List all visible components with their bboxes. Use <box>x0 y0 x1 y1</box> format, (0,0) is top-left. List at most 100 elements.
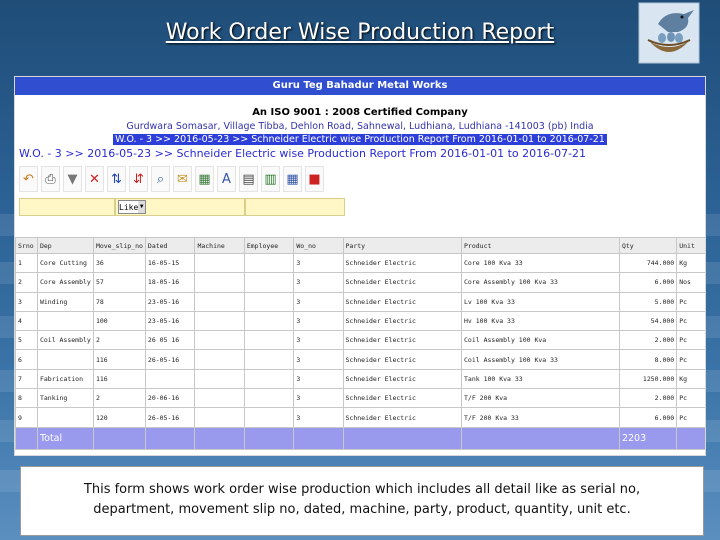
caption-line-1: This form shows work order wise producti… <box>83 482 641 497</box>
column-header[interactable]: Srno <box>15 237 38 254</box>
table-cell: Pc <box>676 330 705 351</box>
toolbar-button-document[interactable]: ▤ <box>239 166 258 192</box>
column-header[interactable]: Qty <box>618 237 678 254</box>
table-cell <box>194 426 245 450</box>
table-cell: 8 <box>15 388 38 409</box>
table-row[interactable]: 8 Tanking 2 20-06-16 3 Schneider Electric T/F … <box>15 388 705 409</box>
filter-value-field[interactable] <box>245 198 345 216</box>
column-header[interactable]: Machine <box>194 237 245 254</box>
table-cell: 744.000 <box>618 252 678 274</box>
toolbar-button-pdf[interactable]: ■ <box>305 166 324 192</box>
table-cell: 26-05-16 <box>144 407 196 428</box>
column-header[interactable]: Dated <box>144 237 196 254</box>
table-cell: 3 <box>293 388 344 409</box>
table-row[interactable]: 9 120 26-05-16 3 Schneider Electric T/F 200 K… <box>15 407 705 428</box>
table-cell: Pc <box>676 407 705 428</box>
table-row[interactable]: 4 100 23-05-16 3 Schneider Electric Hv 100 Kv… <box>15 310 705 332</box>
table-cell: Hv 100 Kva 33 <box>461 310 620 332</box>
table-cell: Kg <box>676 252 705 274</box>
table-cell: 78 <box>92 291 146 312</box>
table-row[interactable]: 2 Core Assembly 57 18-05-16 3 Schneider Elect… <box>15 272 705 293</box>
table-cell: Schneider Electric <box>342 272 463 293</box>
table-row[interactable]: 1 Core Cutting 36 16-05-15 3 Schneider Electr… <box>15 252 705 274</box>
table-cell <box>243 272 295 293</box>
column-header[interactable]: Wo_no <box>293 237 344 254</box>
font-icon: A <box>222 171 231 187</box>
table-cell <box>194 349 245 370</box>
table-cell <box>194 388 245 409</box>
toolbar-button-font[interactable]: A <box>217 166 236 192</box>
toolbar-button-email[interactable]: ✉ <box>173 166 192 192</box>
table-cell: Schneider Electric <box>342 252 463 274</box>
filter-row: Like ▼ <box>19 198 705 216</box>
table-cell <box>36 407 94 428</box>
table-cell: Winding <box>36 291 94 312</box>
table-cell: Core Assembly 100 Kva 33 <box>461 272 620 293</box>
column-header[interactable]: Move_slip_no <box>92 237 146 254</box>
total-value: 2203 <box>618 426 678 450</box>
table-cell <box>194 310 245 332</box>
column-header[interactable]: Dep <box>36 237 94 254</box>
table-row[interactable]: 6 116 26-05-16 3 Schneider Electric Coil Asse… <box>15 349 705 370</box>
print-icon: ⎙ <box>45 171 56 187</box>
bird-nest-logo-icon <box>638 2 700 64</box>
table-cell: 5 <box>15 330 38 351</box>
table-row[interactable]: 5 Coil Assembly 2 26 05 16 3 Schneider Electr… <box>15 330 705 351</box>
table-cell <box>194 291 245 312</box>
toolbar-button-table[interactable]: ▦ <box>283 166 302 192</box>
filter-field-1[interactable] <box>19 198 115 216</box>
column-header[interactable]: Party <box>342 237 463 254</box>
table-cell <box>243 291 295 312</box>
table-cell: Coil Assembly <box>36 330 94 351</box>
table-cell: Core Assembly <box>36 272 94 293</box>
table-cell: Coil Assembly 100 Kva 33 <box>461 349 620 370</box>
column-header[interactable]: Product <box>461 237 620 254</box>
toolbar-button-spreadsheet[interactable]: ▥ <box>261 166 280 192</box>
table-cell <box>92 426 146 450</box>
table-cell <box>243 368 295 390</box>
table-cell <box>144 426 196 450</box>
filter-operator-value: Like <box>119 202 139 212</box>
table-cell <box>194 272 245 293</box>
table-cell <box>144 368 196 390</box>
caption-line-2: department, movement slip no, dated, mac… <box>93 502 631 517</box>
table-cell: 116 <box>92 349 146 370</box>
table-cell: 7 <box>15 368 38 390</box>
report-screenshot: Guru Teg Bahadur Metal Works An ISO 9001… <box>14 76 706 456</box>
table-cell: 5.000 <box>618 291 678 312</box>
toolbar-button-refresh[interactable]: ↶ <box>19 166 38 192</box>
toolbar-button-sort-ascending[interactable]: ⇅ <box>107 166 126 192</box>
table-cell <box>676 426 705 450</box>
table-cell <box>36 310 94 332</box>
table-cell: 26 05 16 <box>144 330 196 351</box>
clear-filter-icon: ✕ <box>89 171 100 187</box>
column-header[interactable]: Employee <box>243 237 295 254</box>
refresh-icon: ↶ <box>23 171 34 187</box>
filter-operator-select[interactable]: Like ▼ <box>118 200 146 214</box>
toolbar-button-search[interactable]: ⌕ <box>151 166 170 192</box>
table-row[interactable]: 3 Winding 78 23-05-16 3 Schneider Electric Lv … <box>15 291 705 312</box>
description-caption: This form shows work order wise producti… <box>20 466 704 536</box>
table-row[interactable]: 7 Fabrication 116 3 Schneider Electric Tank 1… <box>15 368 705 390</box>
table-cell <box>243 310 295 332</box>
table-cell: 120 <box>92 407 146 428</box>
toolbar-button-print[interactable]: ⎙ <box>41 166 60 192</box>
column-header[interactable]: Unit <box>676 237 705 254</box>
table-header-row: Srno Dep Move_slip_no Dated Machine Employee W… <box>15 237 705 254</box>
table-cell: Fabrication <box>36 368 94 390</box>
toolbar-button-filter[interactable]: ▼ <box>63 166 82 192</box>
table-cell: 2 <box>15 272 38 293</box>
table-cell: T/F 200 Kva <box>461 388 620 409</box>
table-cell: 20-06-16 <box>144 388 196 409</box>
toolbar-button-grid-view[interactable]: ▦ <box>195 166 214 192</box>
toolbar-button-clear-filter[interactable]: ✕ <box>85 166 104 192</box>
slide-title: Work Order Wise Production Report <box>165 20 555 45</box>
spreadsheet-icon: ▥ <box>264 171 277 187</box>
toolbar-button-sort-descending[interactable]: ⇵ <box>129 166 148 192</box>
table-cell: 54.000 <box>618 310 678 332</box>
table-cell: 23-05-16 <box>144 310 196 332</box>
filter-icon: ▼ <box>67 171 78 187</box>
table-cell: Pc <box>676 310 705 332</box>
table-cell <box>461 426 620 450</box>
table-cell: 100 <box>92 310 146 332</box>
